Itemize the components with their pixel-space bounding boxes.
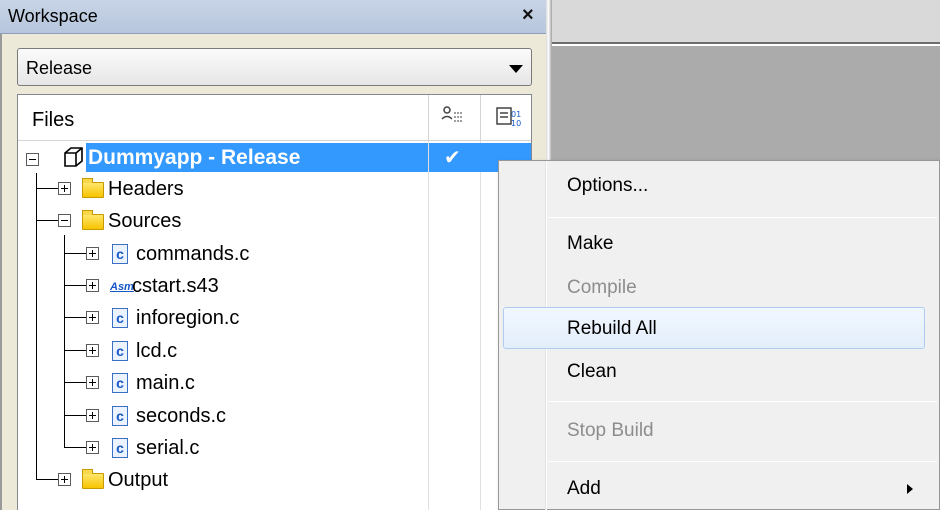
tree-connector [64,415,86,416]
tree-item-label: Output [108,469,169,491]
tree-item-label: Headers [108,178,184,200]
close-icon[interactable]: × [522,4,534,27]
expand-icon[interactable] [58,182,71,195]
svg-text:01: 01 [511,110,521,119]
tree-item-label: Sources [108,210,182,232]
tree-connector [64,350,86,351]
collapse-icon[interactable] [26,153,39,166]
c-file-icon: c [112,406,128,426]
chevron-down-icon [509,65,523,73]
expand-icon[interactable] [86,441,99,454]
folder-icon [82,469,104,489]
expand-icon[interactable] [86,247,99,260]
c-file-icon: c [112,308,128,328]
column-separator[interactable] [480,95,481,141]
tree-item-label: main.c [136,372,195,394]
submenu-arrow-icon [907,484,913,494]
files-tree[interactable]: Files 01 10 Dummyapp - Release ✔ Headers [17,94,532,510]
tree-item-label: cstart.s43 [132,275,219,297]
tree-item-headers[interactable]: Headers [18,173,531,205]
check-icon[interactable]: ✔ [444,145,461,170]
expand-icon[interactable] [86,311,99,324]
menu-item-make[interactable]: Make [567,233,613,255]
c-file-icon: c [112,373,128,393]
tree-connector [64,317,86,318]
tree-connector [64,447,86,448]
tree-item-sources[interactable]: Sources [18,205,531,237]
svg-text:10: 10 [511,119,521,128]
tree-item-file[interactable]: c lcd.c [18,335,531,367]
tree-connector [36,220,58,221]
tree-item-label: serial.c [136,437,200,459]
c-file-icon: c [112,244,128,264]
expand-icon[interactable] [86,376,99,389]
asm-file-icon: Asm [110,281,134,293]
configuration-dropdown[interactable]: Release [17,48,532,86]
tree-connector [64,382,86,383]
files-column-header[interactable]: Files [32,109,74,132]
tree-item-file[interactable]: c main.c [18,367,531,399]
files-header: Files 01 10 [18,95,531,141]
folder-icon [82,178,104,198]
menu-item-rebuild-all[interactable]: Rebuild All [567,318,657,340]
menu-item-clean[interactable]: Clean [567,361,617,383]
tree-item-file[interactable]: Asm cstart.s43 [18,270,531,302]
menu-separator [549,217,937,218]
tree-item-file[interactable]: c commands.c [18,238,531,270]
project-label: Dummyapp - Release [88,146,301,169]
tree-item-file[interactable]: c seconds.c [18,400,531,432]
c-file-icon: c [112,341,128,361]
project-cube-icon [64,147,83,167]
tree-item-output[interactable]: Output [18,464,531,496]
menu-item-add[interactable]: Add [567,478,601,500]
menu-item-stop-build: Stop Build [567,420,654,441]
workspace-title-bar: Workspace × [0,0,550,34]
c-file-icon: c [112,438,128,458]
binary-options-icon[interactable]: 01 10 [494,105,522,129]
check-column-icon[interactable] [438,105,468,129]
tree-item-file[interactable]: c serial.c [18,432,531,464]
expand-icon[interactable] [58,473,71,486]
menu-item-compile: Compile [567,277,637,298]
expand-icon[interactable] [86,409,99,422]
tree-item-label: seconds.c [136,405,227,427]
tree-item-label: lcd.c [136,340,178,362]
collapse-icon[interactable] [58,214,71,227]
folder-icon [82,210,104,230]
tree-item-file[interactable]: c inforegion.c [18,302,531,334]
tree-connector [64,253,86,254]
tree-item-label: inforegion.c [136,307,240,329]
context-menu: Options... Make Compile Rebuild All Clea… [498,160,940,510]
menu-separator [549,461,937,462]
expand-icon[interactable] [86,344,99,357]
expand-icon[interactable] [86,279,99,292]
tree-connector [36,188,58,189]
menu-item-options[interactable]: Options... [567,175,648,197]
tree-connector [64,285,86,286]
column-separator[interactable] [428,95,429,141]
editor-tab-strip [552,0,940,44]
tree-connector [36,479,58,480]
menu-separator [549,401,937,402]
configuration-value: Release [26,58,93,78]
workspace-title: Workspace [8,6,98,26]
tree-item-label: commands.c [136,243,250,265]
